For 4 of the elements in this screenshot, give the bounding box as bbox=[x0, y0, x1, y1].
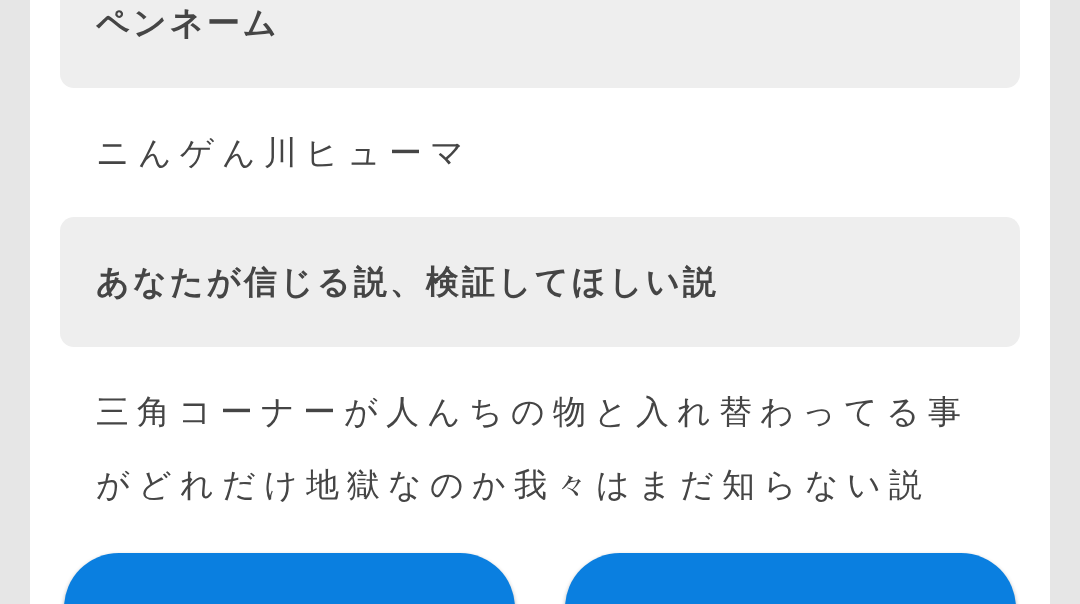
section-heading: ペンネーム bbox=[60, 0, 1020, 88]
section-heading: あなたが信じる説、検証してほしい説 bbox=[60, 217, 1020, 347]
answer-text: ニんゲん川ヒューマ bbox=[95, 132, 473, 174]
answer-text: 三角コーナーが人んちの物と入れ替わってる事がどれだけ地獄なのか我々はまだ知らない説 bbox=[95, 391, 970, 506]
